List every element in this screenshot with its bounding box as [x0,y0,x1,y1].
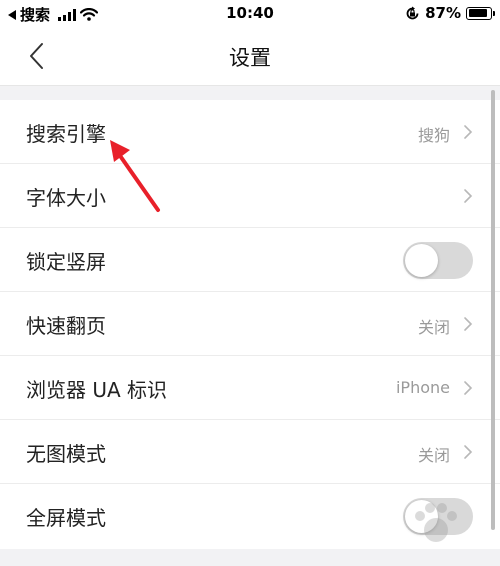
chevron-right-icon [464,189,473,203]
setting-value: iPhone [395,378,450,397]
setting-value: 关闭 [417,446,450,465]
setting-lock-portrait: 锁定竖屏 [0,228,500,292]
battery-icon [466,6,495,20]
settings-list: 搜索引擎 搜狗 字体大小 锁定竖屏 快速翻页 关闭 浏览器 UA 标识 iPho… [0,100,500,548]
page-title: 设置 [229,46,271,70]
toggle-knob [405,244,438,277]
orientation-lock-icon [406,6,419,19]
setting-quick-page-turn[interactable]: 快速翻页 关闭 [0,292,500,356]
setting-value: 搜狗 [417,126,450,145]
setting-no-image-mode[interactable]: 无图模式 关闭 [0,420,500,484]
setting-font-size[interactable]: 字体大小 [0,164,500,228]
chevron-right-icon [464,445,473,459]
scrollbar[interactable] [491,90,495,530]
setting-label: 字体大小 [26,186,106,210]
setting-label: 浏览器 UA 标识 [26,378,168,402]
setting-label: 锁定竖屏 [26,250,106,274]
setting-browser-ua[interactable]: 浏览器 UA 标识 iPhone [0,356,500,420]
chevron-right-icon [464,381,473,395]
chevron-right-icon [464,125,473,139]
annotation-arrow-icon [110,140,160,212]
setting-label: 快速翻页 [26,314,106,338]
battery-percent: 87% [425,4,461,22]
setting-search-engine[interactable]: 搜索引擎 搜狗 [0,100,500,164]
setting-label: 全屏模式 [26,506,106,530]
watermark-paw-icon [415,503,457,542]
section-gap [0,86,500,100]
setting-value: 关闭 [417,318,450,337]
setting-label: 搜索引擎 [26,122,106,146]
setting-label: 无图模式 [26,442,106,466]
bottom-band [0,549,500,566]
lock-portrait-toggle[interactable] [403,242,473,279]
nav-bar: 设置 [0,28,500,86]
status-bar: 搜索 10:40 87% [0,0,500,28]
chevron-right-icon [464,317,473,331]
status-right: 87% [405,4,495,22]
